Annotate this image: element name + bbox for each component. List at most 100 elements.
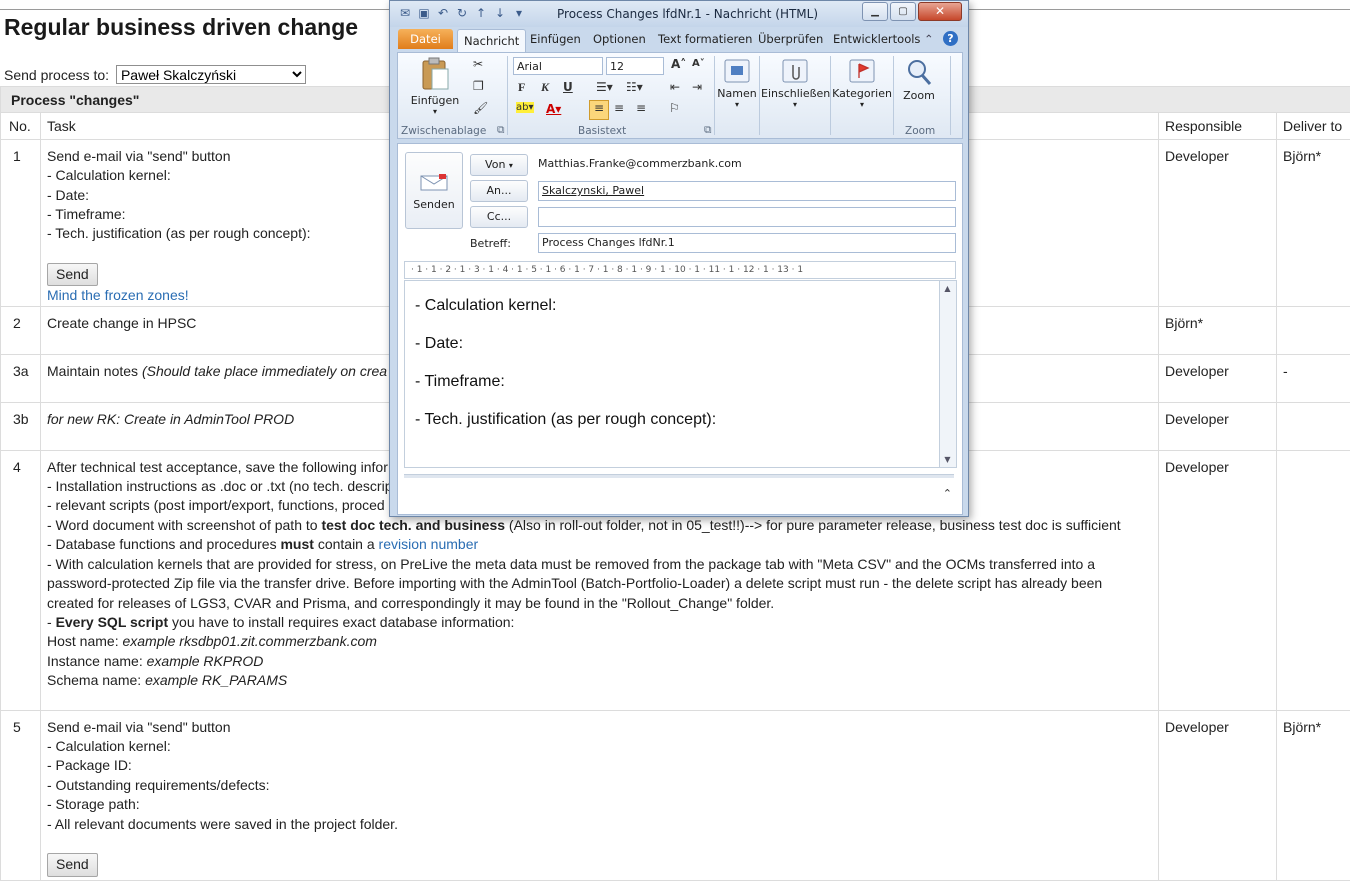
clipboard-group-label: Zwischenablage (401, 125, 486, 137)
names-button[interactable]: Namen ▾ (716, 58, 758, 109)
window-controls: ▁ ▢ ✕ (862, 2, 962, 21)
to-field[interactable]: Skalczynski, Pawel (538, 181, 956, 201)
send-mail-label: Senden (413, 198, 454, 211)
group-divider (714, 56, 715, 135)
ribbon: Einfügen ▾ ✂ ❐ 🖌 Zwischenablage ⧉ Arial … (397, 52, 963, 139)
tab-developer[interactable]: Entwicklertools (833, 32, 920, 46)
tab-insert[interactable]: Einfügen (530, 32, 581, 46)
row-responsible: Developer (1159, 402, 1277, 450)
to-button[interactable]: An... (470, 180, 528, 202)
zoom-button[interactable]: Zoom (896, 58, 942, 102)
numbering-icon[interactable]: ☷▾ (626, 80, 643, 94)
group-divider (759, 56, 760, 135)
group-divider (830, 56, 831, 135)
spelling-style-icon[interactable]: ⚐ (669, 101, 680, 115)
task-text: Schema name: (47, 672, 145, 688)
align-center-icon[interactable]: ≡ (614, 101, 624, 115)
task-line: Send e-mail via "send" button (47, 718, 1152, 737)
align-right-icon[interactable]: ≡ (636, 101, 646, 115)
highlight-icon[interactable]: ab▾ (516, 102, 534, 113)
row-no: 4 (1, 450, 41, 710)
row-responsible: Developer (1159, 710, 1277, 880)
row-responsible: Developer (1159, 139, 1277, 306)
zoom-group-label: Zoom (905, 125, 935, 137)
help-icon[interactable]: ? (943, 31, 958, 46)
down-arrow-icon[interactable]: ↓ (493, 6, 507, 20)
cc-field[interactable] (538, 207, 956, 227)
outlook-message-window: ✉ ▣ ↶ ↻ ↑ ↓ ▾ Process Changes lfdNr.1 - … (389, 0, 969, 517)
subject-field[interactable]: Process Changes lfdNr.1 (538, 233, 956, 253)
copy-icon[interactable]: ❐ (473, 79, 484, 93)
up-arrow-icon[interactable]: ↑ (474, 6, 488, 20)
row-no: 5 (1, 710, 41, 880)
grow-font-icon[interactable]: A˄ (671, 57, 686, 71)
shrink-font-icon[interactable]: A˅ (692, 58, 705, 69)
basictext-group-label: Basistext (578, 125, 626, 137)
paste-button[interactable]: Einfügen ▾ (410, 57, 460, 116)
send-process-select[interactable]: Paweł Skalczyński (116, 65, 306, 84)
bold-icon[interactable]: F (518, 80, 525, 95)
send-mail-button[interactable]: Senden (405, 152, 463, 229)
task-text: - Database functions and procedures (47, 536, 280, 552)
font-size-select[interactable]: 12 (606, 57, 664, 75)
categories-button[interactable]: Kategorien ▾ (832, 58, 892, 109)
task-bold: test doc tech. and business (321, 517, 505, 533)
task-line: - Every SQL script you have to install r… (47, 613, 1152, 632)
close-icon[interactable]: ✕ (918, 2, 962, 21)
font-color-icon[interactable]: A▾ (546, 102, 561, 116)
bullets-icon[interactable]: ☰▾ (596, 80, 613, 94)
maximize-icon[interactable]: ▢ (890, 2, 916, 21)
save-icon[interactable]: ▣ (417, 6, 431, 20)
task-text: contain a (314, 536, 379, 552)
font-select[interactable]: Arial (513, 57, 603, 75)
underline-icon[interactable]: U (563, 80, 573, 94)
page-title: Regular business driven change (4, 14, 358, 41)
tab-file[interactable]: Datei (398, 29, 453, 49)
from-dropdown-icon: ▾ (509, 161, 513, 170)
paste-dropdown-icon[interactable]: ▾ (410, 107, 460, 116)
clipboard-launcher-icon[interactable]: ⧉ (497, 124, 505, 137)
quick-access-toolbar: ✉ ▣ ↶ ↻ ↑ ↓ ▾ (398, 6, 526, 20)
undo-icon[interactable]: ↶ (436, 6, 450, 20)
tab-review[interactable]: Überprüfen (758, 32, 823, 46)
body-scrollbar[interactable]: ▲ ▼ (939, 280, 957, 468)
outlook-icon[interactable]: ✉ (398, 6, 412, 20)
ruler[interactable]: · 1 · 1 · 2 · 1 · 3 · 1 · 4 · 1 · 5 · 1 … (404, 261, 956, 279)
tab-message[interactable]: Nachricht (457, 29, 526, 52)
increase-indent-icon[interactable]: ⇥ (692, 80, 702, 94)
expand-people-pane-icon[interactable]: ⌃ (943, 487, 952, 500)
basictext-launcher-icon[interactable]: ⧉ (704, 124, 712, 137)
align-left-icon[interactable]: ≡ (589, 100, 609, 120)
task-italic: example RK_PARAMS (145, 672, 287, 688)
send-button[interactable]: Send (47, 263, 98, 286)
zoom-label: Zoom (903, 89, 935, 102)
categories-dropdown-icon: ▾ (832, 100, 892, 109)
italic-icon[interactable]: K (541, 80, 549, 95)
task-line: - Outstanding requirements/defects: (47, 776, 1152, 795)
body-line: - Calculation kernel: (415, 297, 556, 315)
revision-number-link[interactable]: revision number (379, 536, 479, 552)
window-titlebar[interactable]: ✉ ▣ ↶ ↻ ↑ ↓ ▾ Process Changes lfdNr.1 - … (390, 1, 968, 27)
cut-icon[interactable]: ✂ (473, 57, 483, 71)
scroll-up-icon[interactable]: ▲ (942, 283, 953, 294)
decrease-indent-icon[interactable]: ⇤ (670, 80, 680, 94)
cc-button[interactable]: Cc... (470, 206, 528, 228)
task-italic: example rksdbp01.zit.commerzbank.com (122, 633, 376, 649)
to-recipient[interactable]: Skalczynski, Pawel (542, 184, 644, 197)
tab-options[interactable]: Optionen (593, 32, 646, 46)
redo-icon[interactable]: ↻ (455, 6, 469, 20)
format-painter-icon[interactable]: 🖌 (473, 101, 488, 115)
attach-button[interactable]: Einschließen ▾ (761, 58, 829, 109)
minimize-icon[interactable]: ▁ (862, 2, 888, 21)
row-deliver (1277, 450, 1350, 710)
row-deliver: - (1277, 354, 1350, 402)
collapse-ribbon-icon[interactable]: ⌃ (924, 32, 934, 46)
from-button-label: Von (485, 158, 505, 171)
group-divider (950, 56, 951, 135)
tab-format-text[interactable]: Text formatieren (658, 32, 752, 46)
from-button[interactable]: Von ▾ (470, 154, 528, 176)
compose-area: Senden Von ▾ Matthias.Franke@commerzbank… (397, 143, 963, 515)
message-body[interactable]: - Calculation kernel: - Date: - Timefram… (404, 280, 940, 468)
scroll-down-icon[interactable]: ▼ (942, 454, 953, 465)
customize-toolbar-icon[interactable]: ▾ (512, 6, 526, 20)
